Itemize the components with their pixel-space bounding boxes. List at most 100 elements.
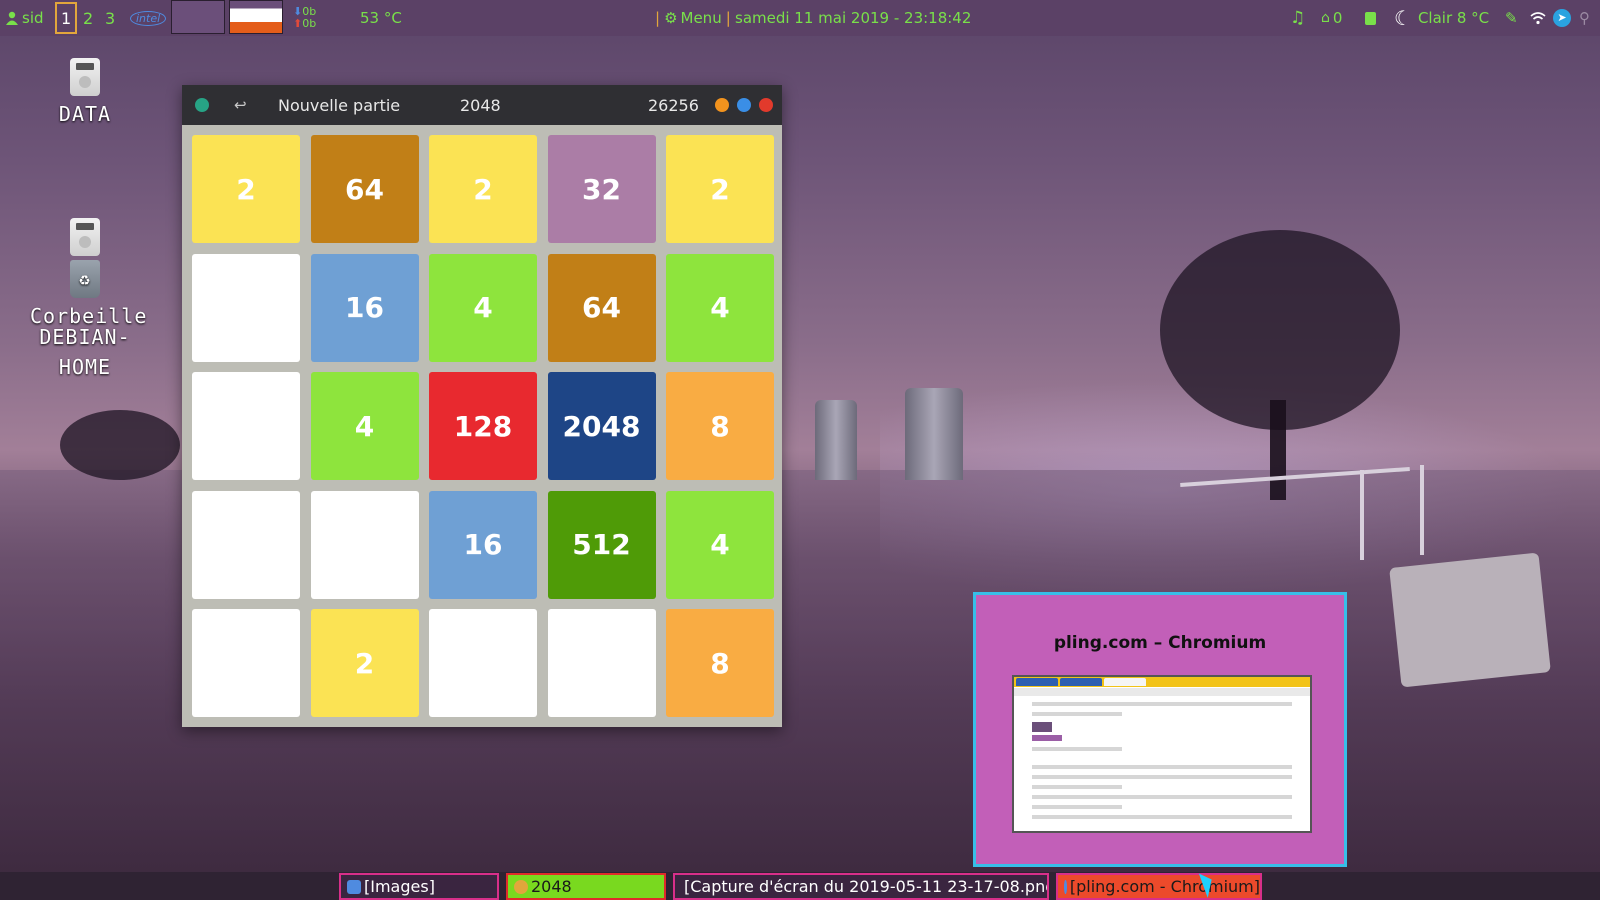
preview-thumbnail <box>1012 675 1312 833</box>
mail-count: 0 <box>1332 9 1343 27</box>
music-icon[interactable]: ♫ <box>1290 0 1305 36</box>
folder-icon <box>347 879 361 894</box>
thumbnail-line <box>1032 795 1292 799</box>
gear-icon: ⚙ <box>664 9 678 27</box>
game-tile <box>192 253 300 362</box>
workspace-3[interactable]: 3 <box>105 0 115 36</box>
task-label: 2048 <box>531 877 572 896</box>
weather-indicator[interactable]: ☾ Clair 8 °C <box>1394 0 1489 36</box>
task-chromium[interactable]: [pling.com - Chromium] <box>1056 873 1262 900</box>
task-label: [Images] <box>364 877 435 896</box>
game-tile <box>429 609 537 717</box>
thumbnail-line <box>1032 805 1122 809</box>
game-title: 2048 <box>460 95 501 115</box>
temperature: 53 °C <box>360 9 402 27</box>
game-tile <box>192 490 300 599</box>
thumbnail-line <box>1032 712 1122 716</box>
thumbnail-url-bar <box>1014 688 1310 696</box>
task-label: [Capture d'écran du 2019-05-11 23-17-08.… <box>684 877 1049 896</box>
separator: | <box>655 9 661 27</box>
game-tile: 2 <box>429 135 537 243</box>
undo-icon[interactable]: ↩ <box>234 85 247 125</box>
thumbnail-line <box>1032 815 1292 819</box>
desktop-icon-trash[interactable]: ♻ Corbeille <box>30 260 148 328</box>
game-tile <box>547 609 656 717</box>
game-tile: 16 <box>429 490 537 599</box>
user-icon <box>6 11 18 25</box>
intel-icon: intel <box>130 10 167 26</box>
game-tile: 8 <box>666 372 774 480</box>
game-tile: 4 <box>666 253 774 362</box>
workspace-1[interactable]: 1 <box>55 2 78 34</box>
wallpaper-railing-post <box>1420 465 1424 555</box>
game-board[interactable]: 2 64 2 32 2 16 4 64 4 4 128 2048 8 16 512 4 2 8 <box>182 125 782 727</box>
task-2048[interactable]: 2048 <box>506 873 666 900</box>
separator: | <box>725 9 731 27</box>
net-up: 0b <box>302 17 317 30</box>
game-tile: 2048 <box>547 372 656 480</box>
mailbox-icon: ⌂ <box>1321 10 1330 26</box>
mail-indicator[interactable]: ⌂ 0 <box>1321 0 1342 36</box>
task-images[interactable]: [Images] <box>339 873 499 900</box>
thumbnail-line <box>1032 702 1292 706</box>
desktop-icon-label: DEBIAN- HOME <box>39 325 131 379</box>
top-panel: sid 1 2 3 intel ⬇0b ⬆0b 53 °C | ⚙ Menu |… <box>0 0 1600 36</box>
thumbnail-line <box>1032 775 1292 779</box>
desktop-icon-label: DATA <box>58 102 112 126</box>
wallpaper-sign <box>1389 552 1551 688</box>
game-tile: 512 <box>547 490 656 599</box>
upload-arrow-icon: ⬆ <box>293 17 303 30</box>
lightbulb-icon[interactable]: ⚲ <box>1579 0 1590 36</box>
close-icon[interactable] <box>759 98 773 112</box>
task-label: [pling.com - Chromium] <box>1069 877 1260 896</box>
drive-icon <box>70 218 100 256</box>
thumbnail-tabs <box>1014 677 1310 687</box>
desktop-icon-data[interactable]: DATA <box>30 58 140 126</box>
game-tile <box>192 372 300 480</box>
game-tile: 64 <box>547 253 656 362</box>
minimize-icon[interactable] <box>715 98 729 112</box>
clock[interactable]: samedi 11 mai 2019 - 23:18:42 <box>735 0 971 36</box>
game-tile: 2 <box>192 135 300 243</box>
wallpaper-tree-trunk <box>1270 400 1286 500</box>
menu-label: Menu <box>680 9 722 27</box>
cpu-indicator: intel <box>130 0 167 36</box>
thumbnail-line <box>1032 765 1292 769</box>
game-tile: 4 <box>666 490 774 599</box>
wifi-icon[interactable] <box>1530 0 1546 36</box>
workspace-thumbnail-2[interactable] <box>229 0 283 34</box>
game-tile <box>310 490 419 599</box>
game-icon <box>514 879 528 894</box>
chromium-icon <box>1064 879 1067 894</box>
game-tile: 128 <box>429 372 537 480</box>
task-image-viewer[interactable]: [Capture d'écran du 2019-05-11 23-17-08.… <box>673 873 1049 900</box>
weather-text: Clair 8 °C <box>1417 9 1490 27</box>
notes-icon[interactable]: ✎ <box>1505 0 1518 36</box>
game-tile: 2 <box>666 135 774 243</box>
workspace-2[interactable]: 2 <box>83 0 93 36</box>
game-tile: 64 <box>310 135 419 243</box>
window-preview-popup[interactable]: pling.com – Chromium <box>973 592 1347 867</box>
network-indicator: ⬇0b ⬆0b <box>293 0 316 36</box>
thumbnail-line <box>1032 785 1122 789</box>
score: 26256 <box>648 95 699 115</box>
app-menu-icon[interactable] <box>195 98 209 112</box>
game-tile: 4 <box>310 372 419 480</box>
thumbnail-line <box>1032 747 1122 751</box>
menu-button[interactable]: | ⚙ Menu | <box>655 0 735 36</box>
wallpaper-railing-post <box>1360 470 1364 560</box>
wallpaper-cooling-tower <box>905 388 963 480</box>
game-window: ↩ Nouvelle partie 2048 26256 2 64 2 32 2 16 4 6… <box>182 85 782 727</box>
workspace-thumbnail-1[interactable] <box>171 0 225 34</box>
user-name: sid <box>22 9 44 27</box>
telegram-icon[interactable]: ➤ <box>1553 0 1571 36</box>
new-game-button[interactable]: Nouvelle partie <box>278 85 400 125</box>
game-tile: 4 <box>429 253 537 362</box>
desktop-icon-label: Corbeille <box>30 304 148 328</box>
maximize-icon[interactable] <box>737 98 751 112</box>
clipboard-icon[interactable] <box>1365 0 1376 36</box>
user-indicator[interactable]: sid <box>6 0 44 36</box>
wallpaper-tree <box>60 410 180 480</box>
moon-icon: ☾ <box>1394 6 1412 30</box>
wallpaper-cooling-tower <box>815 400 857 480</box>
